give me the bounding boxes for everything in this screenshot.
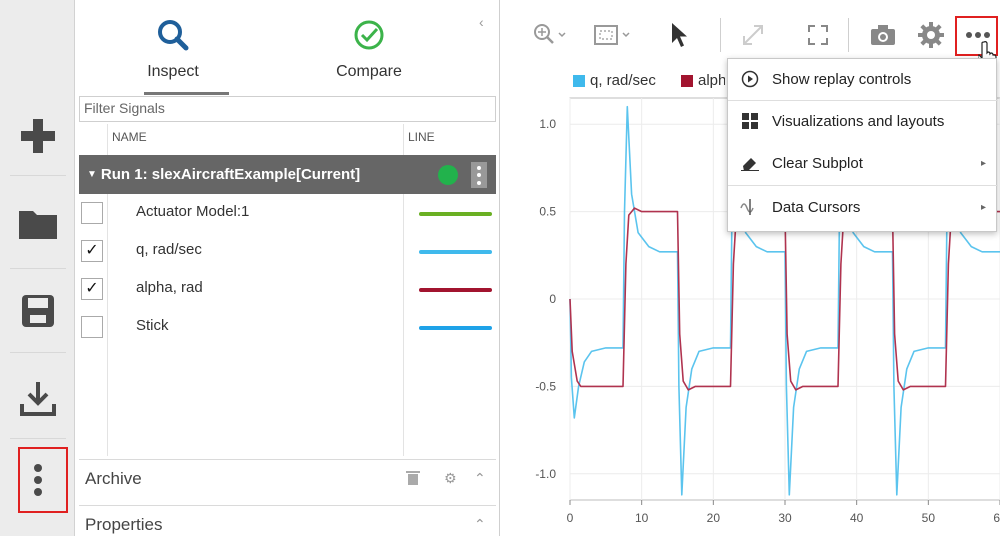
column-header-name[interactable]: NAME (112, 130, 147, 144)
legend-swatch (681, 74, 693, 87)
x-tick-label: 40 (850, 511, 864, 525)
more-actions-menu: Show replay controls Visualizations and … (727, 58, 998, 232)
x-tick-label: 50 (922, 511, 936, 525)
fullscreen-icon (808, 25, 828, 45)
signal-row[interactable]: Stick (79, 308, 496, 346)
x-tick-label: 60 (993, 511, 1000, 525)
more-options-highlight (18, 447, 68, 513)
properties-label: Properties (85, 515, 163, 534)
x-tick-label: 0 (567, 511, 574, 525)
floppy-disk-icon (21, 295, 54, 327)
menu-item-label: Data Cursors (772, 198, 861, 216)
open-button[interactable] (0, 196, 75, 252)
archive-label: Archive (85, 469, 142, 488)
collapse-panel-icon[interactable]: ‹ (479, 14, 484, 30)
signal-checkbox[interactable]: ✓ (81, 240, 103, 262)
fit-to-view-button[interactable] (593, 20, 633, 50)
menu-item-clear-subplot[interactable]: Clear Subplot ▸ (728, 143, 998, 183)
legend-label: alpha, rad (698, 72, 725, 89)
check-circle-icon (354, 20, 384, 50)
submenu-arrow-icon: ▸ (980, 157, 986, 169)
signal-row[interactable]: ✓ q, rad/sec (79, 232, 496, 270)
pointer-icon (672, 23, 687, 47)
plus-icon (20, 119, 55, 153)
y-tick-label: -1.0 (535, 467, 556, 481)
signal-name: q, rad/sec (136, 241, 202, 258)
run-status-dot (438, 165, 458, 185)
menu-item-visualizations-layouts[interactable]: Visualizations and layouts (728, 101, 998, 141)
expand-diagonal-icon (743, 25, 763, 45)
eraser-icon (741, 158, 759, 171)
tab-compare-label: Compare (336, 63, 402, 80)
archive-section[interactable]: Archive ⚙ ⌃ (79, 459, 496, 497)
active-tab-indicator (144, 92, 229, 95)
inspect-panel: Inspect Compare ‹ Filter Signals NAME LI… (76, 0, 500, 536)
zoom-in-icon (534, 24, 566, 44)
signal-line-swatch[interactable] (419, 288, 492, 292)
left-toolbar (0, 0, 75, 536)
x-tick-label: 20 (707, 511, 721, 525)
expand-button[interactable] (740, 20, 766, 50)
snapshot-button[interactable] (869, 20, 897, 50)
run-label: Run 1: slexAircraftExample[Current] (100, 166, 361, 183)
y-tick-label: 0 (549, 292, 556, 306)
gear-icon[interactable]: ⚙ (444, 470, 457, 487)
signal-checkbox[interactable] (81, 316, 103, 338)
chevron-up-icon[interactable]: ⌃ (474, 470, 486, 487)
cursor-select-button[interactable] (668, 20, 692, 50)
y-tick-label: 1.0 (539, 117, 556, 131)
save-button[interactable] (0, 283, 75, 339)
column-header-line[interactable]: LINE (408, 130, 435, 144)
signal-checkbox[interactable]: ✓ (81, 278, 103, 300)
zoom-button[interactable] (533, 20, 569, 50)
signal-checkbox[interactable] (81, 202, 103, 224)
x-tick-label: 10 (635, 511, 649, 525)
menu-item-data-cursors[interactable]: Data Cursors ▸ (728, 187, 998, 227)
fit-view-icon (594, 25, 630, 45)
menu-item-label: Clear Subplot (772, 154, 863, 172)
y-tick-label: -0.5 (535, 379, 556, 393)
tab-inspect-label: Inspect (147, 63, 199, 80)
grid-icon (742, 113, 758, 129)
run-row[interactable]: ▼ Run 1: slexAircraftExample[Current] (79, 155, 496, 194)
collapse-caret-icon[interactable]: ▼ (87, 169, 97, 180)
legend-item-alpha[interactable]: alpha, rad (681, 72, 725, 89)
search-icon (158, 20, 189, 51)
fullscreen-button[interactable] (806, 20, 830, 50)
signal-line-swatch[interactable] (419, 250, 492, 254)
download-icon (19, 382, 56, 416)
signal-row[interactable]: Actuator Model:1 (79, 194, 496, 232)
menu-item-label: Show replay controls (772, 70, 912, 88)
signal-name: Stick (136, 317, 169, 334)
new-button[interactable] (0, 108, 75, 164)
legend-label: q, rad/sec (590, 72, 656, 89)
signal-line-swatch[interactable] (419, 212, 492, 216)
cursor-wave-icon (740, 199, 754, 215)
export-button[interactable] (0, 370, 75, 426)
tab-inspect[interactable]: Inspect (98, 18, 248, 81)
submenu-arrow-icon: ▸ (980, 201, 986, 213)
x-tick-label: 30 (778, 511, 792, 525)
signal-name: alpha, rad (136, 279, 203, 296)
chevron-up-icon[interactable]: ⌃ (474, 516, 486, 533)
menu-item-label: Visualizations and layouts (772, 112, 945, 130)
menu-item-show-replay-controls[interactable]: Show replay controls (728, 59, 998, 99)
signal-row[interactable]: ✓ alpha, rad (79, 270, 496, 308)
trash-icon[interactable] (406, 470, 420, 489)
gear-icon (918, 22, 944, 48)
camera-icon (871, 25, 895, 45)
run-menu-button[interactable] (471, 162, 487, 188)
folder-icon (18, 211, 57, 239)
legend-item-q[interactable]: q, rad/sec (573, 72, 656, 89)
properties-section[interactable]: Properties ⌃ (79, 505, 496, 536)
play-circle-icon (741, 70, 759, 88)
signal-name: Actuator Model:1 (136, 203, 250, 220)
filter-signals-input[interactable]: Filter Signals (79, 96, 496, 122)
signal-line-swatch[interactable] (419, 326, 492, 330)
settings-button[interactable] (917, 20, 945, 50)
legend-swatch (573, 74, 585, 87)
y-tick-label: 0.5 (539, 205, 556, 219)
tab-compare[interactable]: Compare (294, 18, 444, 81)
